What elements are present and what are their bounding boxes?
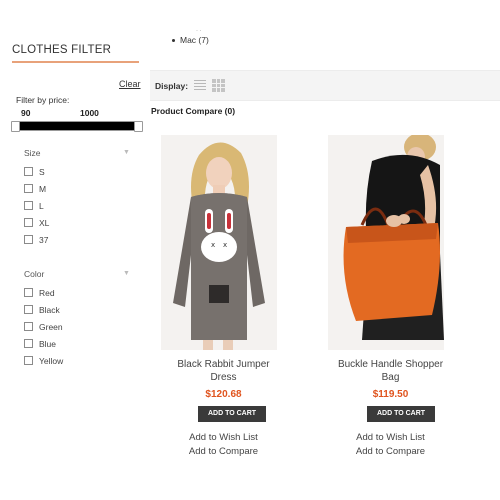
- filter-title-underline: [12, 61, 139, 63]
- display-toolbar: Display:: [150, 70, 500, 101]
- list-view-icon[interactable]: [194, 80, 206, 92]
- checkbox-icon[interactable]: [24, 218, 33, 227]
- product-name-link[interactable]: Black Rabbit Jumper Dress: [146, 358, 301, 384]
- svg-text:x: x: [211, 241, 215, 249]
- color-options: Red Black Green Blue Yellow: [24, 284, 63, 369]
- category-item-mac[interactable]: Mac (7): [172, 35, 209, 45]
- product-name-line: Black Rabbit Jumper: [177, 359, 270, 370]
- filter-title: CLOTHES FILTER: [12, 44, 112, 56]
- checkbox-icon[interactable]: [24, 339, 33, 348]
- checkbox-icon[interactable]: [24, 305, 33, 314]
- product-name-line: Dress: [210, 372, 237, 383]
- product-name-line: Buckle Handle Shopper: [337, 359, 444, 370]
- sweater-model-image: x x: [161, 135, 277, 350]
- bag-model-image: [328, 135, 444, 350]
- price-max-value: 1000: [80, 108, 99, 118]
- product-compare-title[interactable]: Product Compare (0): [151, 106, 235, 116]
- bullet-icon: [172, 39, 175, 43]
- size-options: S M L XL 37: [24, 163, 49, 248]
- price-slider-min-handle[interactable]: [11, 121, 20, 132]
- display-label: Display:: [155, 81, 189, 91]
- checkbox-icon[interactable]: [24, 356, 33, 365]
- add-to-cart-button[interactable]: ADD TO CART: [198, 406, 266, 422]
- checkbox-icon[interactable]: [24, 201, 33, 210]
- svg-text:x: x: [223, 241, 227, 249]
- color-option-red[interactable]: Red: [24, 284, 63, 301]
- product-name-link[interactable]: Buckle Handle Shopper Bag: [313, 358, 468, 384]
- size-option-37[interactable]: 37: [24, 231, 49, 248]
- price-min-value: 90: [21, 108, 31, 118]
- product-price: $119.50: [372, 389, 409, 400]
- category-item-label: Mac (7): [180, 35, 209, 45]
- color-option-blue[interactable]: Blue: [24, 335, 63, 352]
- grid-view-icon[interactable]: [212, 79, 225, 92]
- product-image-sweater[interactable]: x x: [161, 135, 277, 350]
- caret-down-icon[interactable]: ▼: [123, 270, 130, 277]
- product-image-bag[interactable]: [328, 135, 444, 350]
- caret-down-icon[interactable]: ▼: [123, 149, 130, 156]
- clear-filter-link[interactable]: Clear: [119, 79, 141, 89]
- color-option-yellow[interactable]: Yellow: [24, 352, 63, 369]
- size-option-s[interactable]: S: [24, 163, 49, 180]
- price-slider-max-handle[interactable]: [134, 121, 143, 132]
- checkbox-icon[interactable]: [24, 235, 33, 244]
- add-to-wishlist-link[interactable]: Add to Wish List: [318, 432, 463, 443]
- add-to-compare-link[interactable]: Add to Compare: [318, 446, 463, 457]
- price-filter-label: Filter by price:: [16, 95, 70, 105]
- checkbox-icon[interactable]: [24, 184, 33, 193]
- checkbox-icon[interactable]: [24, 288, 33, 297]
- color-facet-label[interactable]: Color: [24, 269, 44, 279]
- size-option-l[interactable]: L: [24, 197, 49, 214]
- product-price: $120.68: [205, 389, 242, 400]
- size-facet-label[interactable]: Size: [24, 148, 41, 158]
- color-option-green[interactable]: Green: [24, 318, 63, 335]
- checkbox-icon[interactable]: [24, 167, 33, 176]
- add-to-cart-button[interactable]: ADD TO CART: [367, 406, 435, 422]
- category-list-overflow: · ·: [196, 28, 202, 34]
- color-option-black[interactable]: Black: [24, 301, 63, 318]
- price-range-slider[interactable]: [12, 121, 142, 131]
- add-to-wishlist-link[interactable]: Add to Wish List: [151, 432, 296, 443]
- product-name-line: Bag: [381, 372, 400, 383]
- size-option-m[interactable]: M: [24, 180, 49, 197]
- checkbox-icon[interactable]: [24, 322, 33, 331]
- add-to-compare-link[interactable]: Add to Compare: [151, 446, 296, 457]
- size-option-xl[interactable]: XL: [24, 214, 49, 231]
